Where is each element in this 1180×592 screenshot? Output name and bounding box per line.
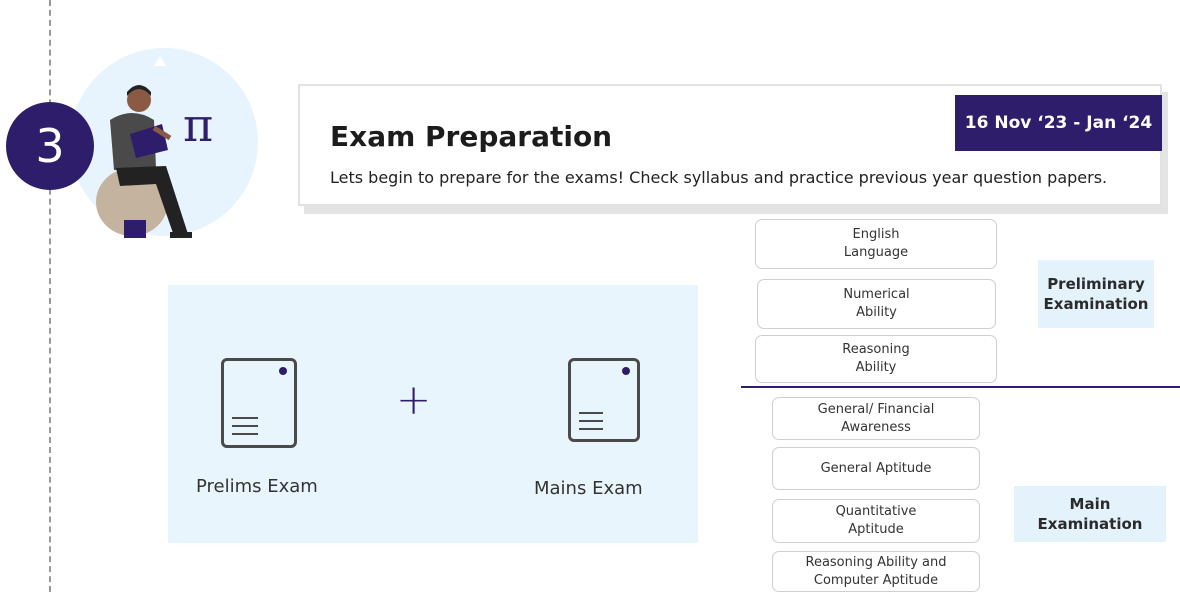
main-examination-label: Main Examination [1014,486,1166,542]
document-icon [568,358,640,442]
subject-reasoning-computer-aptitude: Reasoning Ability and Computer Aptitude [772,551,980,592]
exam-preparation-card: Exam Preparation Lets begin to prepare f… [298,84,1162,206]
plus-icon: + [396,375,432,424]
mains-exam-label: Mains Exam [534,478,643,499]
subject-reasoning-ability: Reasoning Ability [755,335,997,383]
document-icon [221,358,297,448]
subject-general-aptitude: General Aptitude [772,447,980,490]
preliminary-examination-label: Preliminary Examination [1038,260,1154,328]
pi-symbol: π [183,98,214,152]
page-title: Exam Preparation [330,120,613,153]
timeline-dashed-line [49,0,51,592]
reader-illustration [96,56,192,238]
exam-types-panel: + Prelims Exam Mains Exam [168,285,698,543]
card-description: Lets begin to prepare for the exams! Che… [330,168,1108,187]
prelims-exam-label: Prelims Exam [196,476,318,497]
date-range-badge: 16 Nov ‘23 - Jan ‘24 [955,95,1162,151]
subject-quantitative-aptitude: Quantitative Aptitude [772,499,980,543]
subject-general-financial-awareness: General/ Financial Awareness [772,397,980,440]
subject-numerical-ability: Numerical Ability [757,279,996,329]
step-number-badge: 3 [6,102,94,190]
section-divider [741,386,1180,388]
subject-english-language: English Language [755,219,997,269]
